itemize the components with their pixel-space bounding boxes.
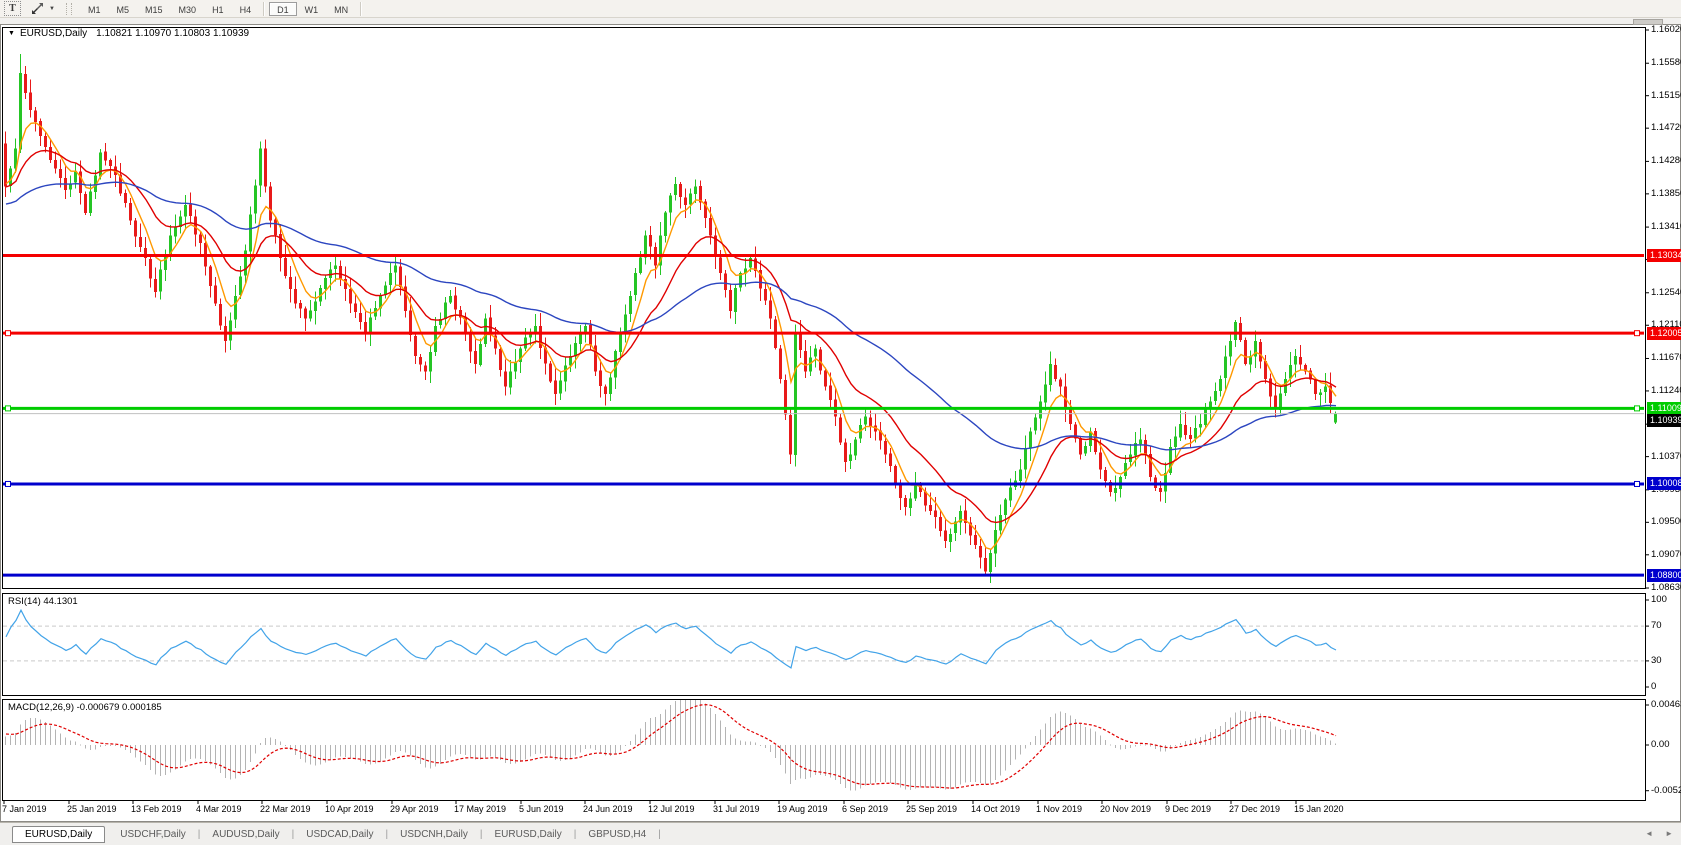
tab-separator: | [658, 828, 661, 840]
date-axis-label: 12 Jul 2019 [648, 804, 695, 814]
price-axis-label: 1.12540 [1651, 286, 1681, 298]
date-axis-label: 19 Aug 2019 [777, 804, 828, 814]
rsi-axis-label: 30 [1651, 654, 1662, 666]
hline-price-label: 1.13034 [1647, 248, 1681, 262]
date-axis-label: 5 Jun 2019 [519, 804, 564, 814]
timeframe-button-w1[interactable]: W1 [297, 2, 327, 16]
timeframe-button-h4[interactable]: H4 [232, 2, 260, 16]
tab-scroll-arrows: ◄ ► [1645, 829, 1673, 838]
price-axis-label: 1.15580 [1651, 57, 1681, 69]
date-axis-label: 27 Dec 2019 [1229, 804, 1281, 814]
date-axis-label: 4 Mar 2019 [196, 804, 242, 814]
date-axis-label: 25 Sep 2019 [906, 804, 958, 814]
chart-ohlc-quote: 1.10821 1.10970 1.10803 1.10939 [96, 28, 250, 39]
top-toolbar: T ▼ M1 M5 M15 M30 H1 H4 D1 W1 MN [0, 0, 1681, 18]
date-axis-label: 17 May 2019 [454, 804, 507, 814]
macd-axis-label: 0.00463 [1651, 698, 1681, 710]
tool-dropdown-caret[interactable]: ▼ [46, 1, 58, 16]
price-axis-label: 1.09500 [1651, 516, 1681, 528]
chart-dropdown-icon[interactable]: ▼ [8, 30, 15, 37]
rsi-indicator-label: RSI(14) 44.1301 [8, 596, 78, 607]
price-axis-label: 1.13850 [1651, 187, 1681, 199]
macd-axis-label: 0.00 [1651, 739, 1670, 750]
tab-scroll-left-icon[interactable]: ◄ [1645, 829, 1653, 838]
price-axis-label: 1.11670 [1651, 352, 1681, 364]
date-axis-label: 1 Nov 2019 [1036, 804, 1083, 814]
date-axis-label: 20 Nov 2019 [1100, 804, 1152, 814]
date-axis-label: 25 Jan 2019 [67, 804, 117, 814]
tab-scroll-right-icon[interactable]: ► [1665, 829, 1673, 838]
chart-overlay: ▼ EURUSD,Daily 1.10821 1.10970 1.10803 1.1… [0, 0, 1681, 845]
date-axis-label: 9 Dec 2019 [1165, 804, 1212, 814]
macd-indicator-label: MACD(12,26,9) -0.000679 0.000185 [8, 702, 162, 713]
text-tool-button[interactable]: T [4, 1, 21, 16]
trading-platform-window: T ▼ M1 M5 M15 M30 H1 H4 D1 W1 MN ▼ EURUSD,Daily 1.… [0, 0, 1681, 845]
price-axis-label: 1.10370 [1651, 450, 1681, 462]
date-axis-label: 22 Mar 2019 [260, 804, 311, 814]
date-axis-label: 15 Jan 2020 [1294, 804, 1344, 814]
timeframe-button-m1[interactable]: M1 [80, 2, 109, 16]
tab-audusd-daily[interactable]: AUDUSD,Daily [201, 827, 290, 842]
date-axis-label: 7 Jan 2019 [2, 804, 47, 814]
price-axis-label: 1.15150 [1651, 89, 1681, 101]
tab-usdcnh-daily[interactable]: USDCNH,Daily [389, 827, 479, 842]
date-axis-label: 24 Jun 2019 [583, 804, 633, 814]
chart-title: ▼ EURUSD,Daily 1.10821 1.10970 1.10803 1.1… [8, 28, 249, 39]
timeframe-button-m15[interactable]: M15 [137, 2, 171, 16]
tabs-holder: EURUSD,Daily USDCHF,Daily | AUDUSD,Daily | US… [12, 825, 662, 843]
date-axis-label: 10 Apr 2019 [325, 804, 374, 814]
toolbar-separator [263, 1, 266, 16]
timeframe-buttons: M1 M5 M15 M30 H1 H4 D1 W1 MN [80, 0, 366, 18]
price-axis-label: 1.14280 [1651, 155, 1681, 167]
price-axis-label: 1.11240 [1651, 384, 1681, 396]
tab-eurusd-daily[interactable]: EURUSD,Daily [12, 825, 106, 843]
date-axis-label: 14 Oct 2019 [971, 804, 1021, 814]
toolbar-gripper [66, 2, 72, 15]
arrow-style-tool-icon[interactable] [28, 1, 46, 16]
date-axis-label: 31 Jul 2019 [713, 804, 760, 814]
rsi-axis-label: 70 [1651, 620, 1662, 632]
hline-price-label: 1.12005 [1647, 326, 1681, 340]
timeframe-button-d1[interactable]: D1 [269, 1, 297, 16]
timeframe-button-mn[interactable]: MN [326, 2, 356, 16]
chart-h-scrollbar[interactable] [0, 18, 1681, 25]
hline-price-label: 1.08800 [1647, 568, 1681, 582]
tab-eurusd-daily[interactable]: EURUSD,Daily [484, 827, 573, 842]
price-axis-label: 1.14720 [1651, 122, 1681, 134]
date-axis-label: 6 Sep 2019 [842, 804, 889, 814]
macd-axis-label: -0.00529 [1651, 784, 1681, 796]
rsi-axis-label: 0 [1651, 681, 1657, 692]
current-price-label: 1.10939 [1647, 414, 1681, 428]
date-axis-label: 13 Feb 2019 [131, 804, 182, 814]
tab-gbpusd-h4[interactable]: GBPUSD,H4 [577, 827, 657, 842]
hline-price-label: 1.11009 [1647, 401, 1681, 415]
toolbar-separator [360, 1, 363, 16]
chart-tab-bar: EURUSD,Daily USDCHF,Daily | AUDUSD,Daily | US… [0, 822, 1681, 845]
price-axis-label: 1.09070 [1651, 548, 1681, 560]
timeframe-button-m5[interactable]: M5 [109, 2, 138, 16]
timeframe-button-m30[interactable]: M30 [171, 2, 205, 16]
rsi-axis-label: 100 [1651, 594, 1667, 605]
chart-symbol-label: EURUSD,Daily [19, 28, 88, 39]
price-axis-label: 1.08630 [1651, 582, 1681, 594]
timeframe-button-h1[interactable]: H1 [204, 2, 232, 16]
price-axis-label: 1.16020 [1651, 24, 1681, 35]
tab-usdchf-daily[interactable]: USDCHF,Daily [109, 827, 197, 842]
h-scrollbar-thumb[interactable] [1633, 19, 1663, 25]
price-axis-label: 1.13410 [1651, 221, 1681, 233]
tab-usdcad-daily[interactable]: USDCAD,Daily [295, 827, 384, 842]
hline-price-label: 1.10008 [1647, 477, 1681, 491]
diagonal-arrows-icon [31, 3, 43, 14]
date-axis-label: 29 Apr 2019 [390, 804, 439, 814]
